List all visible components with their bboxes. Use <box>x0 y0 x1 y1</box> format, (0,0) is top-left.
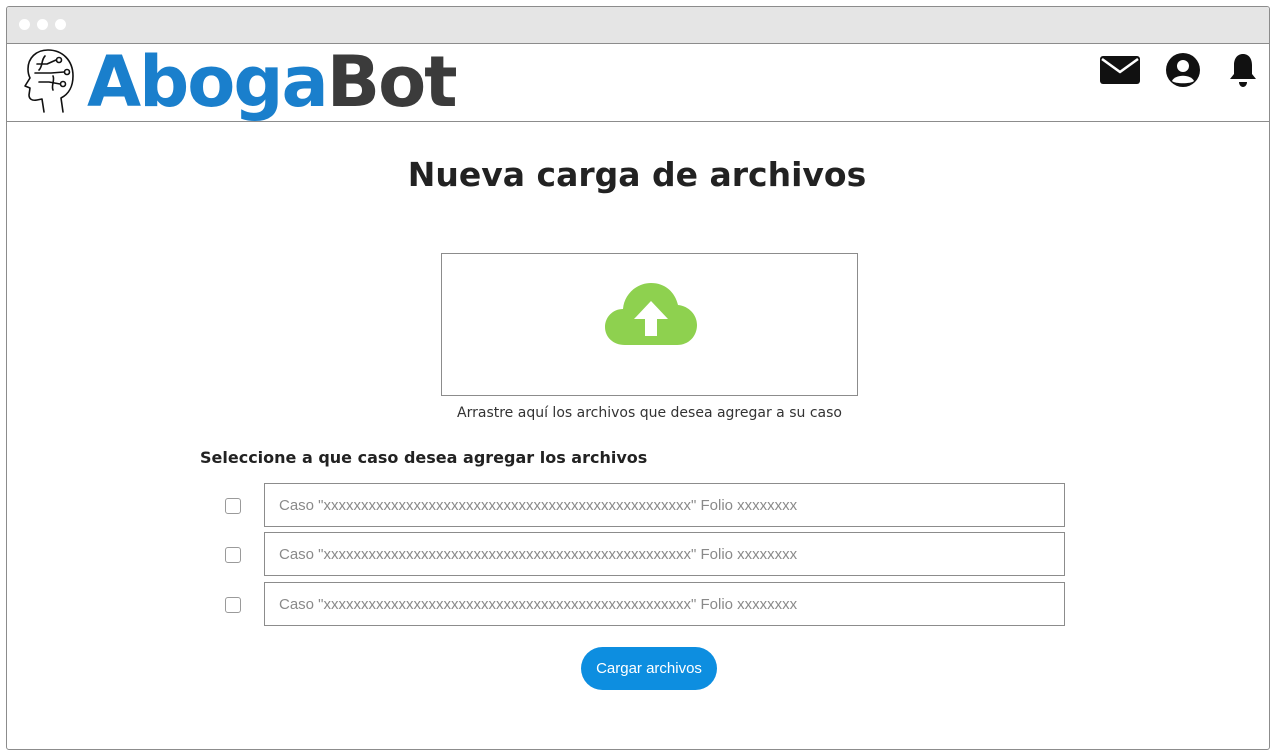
brand-name-part-2: Bot <box>326 41 458 123</box>
dropzone-hint: Arrastre aquí los archivos que desea agr… <box>457 405 842 421</box>
cloud-upload-icon <box>605 283 697 345</box>
case-checkbox[interactable] <box>225 547 241 563</box>
case-option-row <box>224 483 1066 527</box>
window-control-dot[interactable] <box>37 19 48 30</box>
mail-icon[interactable] <box>1100 50 1140 90</box>
window-control-dot[interactable] <box>19 19 30 30</box>
case-option-row <box>224 582 1066 626</box>
case-input[interactable] <box>264 582 1065 626</box>
case-input[interactable] <box>264 483 1065 527</box>
case-option-row <box>224 532 1066 576</box>
brand-name-part-1: Aboga <box>87 41 329 123</box>
brand-logo-text[interactable]: AbogaBot <box>87 41 458 123</box>
window-control-dot[interactable] <box>55 19 66 30</box>
bell-icon[interactable] <box>1223 50 1263 90</box>
brain-head-logo-icon <box>24 49 74 113</box>
case-checkbox[interactable] <box>225 597 241 613</box>
file-dropzone[interactable] <box>441 253 858 396</box>
case-select-label: Seleccione a que caso desea agregar los … <box>200 448 648 467</box>
user-account-icon[interactable] <box>1163 50 1203 90</box>
case-checkbox[interactable] <box>225 498 241 514</box>
upload-files-button[interactable]: Cargar archivos <box>581 647 717 690</box>
app-header: AbogaBot <box>7 44 1269 122</box>
window-titlebar <box>7 7 1269 44</box>
page-title: Nueva carga de archivos <box>407 155 867 194</box>
case-input[interactable] <box>264 532 1065 576</box>
